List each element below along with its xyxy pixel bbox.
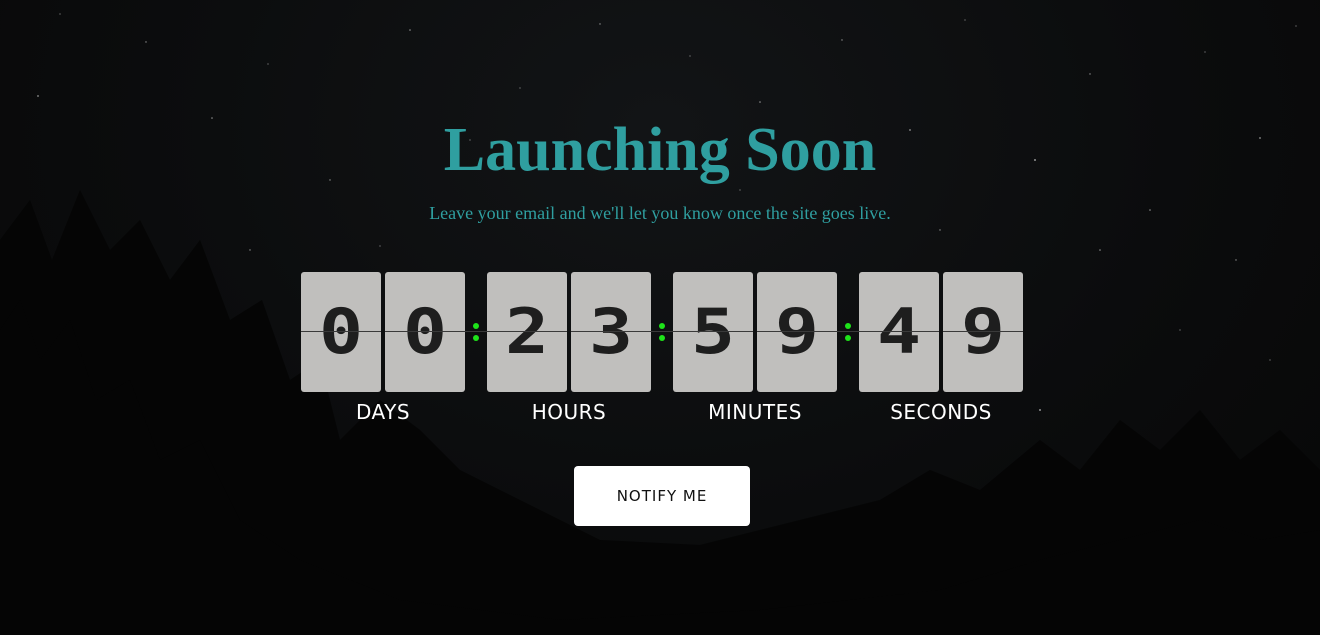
- digit-card: 9: [757, 272, 837, 392]
- page-title: Launching Soon: [443, 116, 877, 184]
- days-label: DAYS: [355, 400, 411, 424]
- launch-page: Launching Soon Leave your email and we'l…: [0, 0, 1320, 635]
- separator-dot: [845, 323, 851, 329]
- minutes-digit-2: 9: [774, 295, 820, 368]
- digit-card: 0: [385, 272, 465, 392]
- fold-line: [757, 331, 837, 332]
- countdown-timer: 0 0 DAYS 2 3 HOURS 5 9 MINUTES 4 9 SECON…: [301, 272, 1023, 432]
- notify-me-button[interactable]: NOTIFY ME: [574, 466, 750, 526]
- fold-line: [943, 331, 1023, 332]
- countdown-minutes: 5 9 MINUTES: [673, 272, 837, 424]
- fold-line: [301, 331, 381, 332]
- minutes-digit-1: 5: [690, 295, 736, 368]
- fold-line: [571, 331, 651, 332]
- digit-card: 5: [673, 272, 753, 392]
- seconds-label: SECONDS: [890, 400, 992, 424]
- fold-line: [487, 331, 567, 332]
- digit-card: 0: [301, 272, 381, 392]
- digit-card: 2: [487, 272, 567, 392]
- hours-digit-2: 3: [588, 295, 634, 368]
- colon-separator: [658, 320, 666, 344]
- countdown-days: 0 0 DAYS: [301, 272, 465, 424]
- minutes-label: MINUTES: [708, 400, 802, 424]
- fold-line: [673, 331, 753, 332]
- fold-line: [385, 331, 465, 332]
- separator-dot: [845, 335, 851, 341]
- separator-dot: [659, 335, 665, 341]
- seconds-digit-1: 4: [876, 295, 922, 368]
- colon-separator: [844, 320, 852, 344]
- days-digit-1: 0: [318, 295, 364, 368]
- fold-line: [859, 331, 939, 332]
- countdown-hours: 2 3 HOURS: [487, 272, 651, 424]
- hours-digit-1: 2: [504, 295, 550, 368]
- digit-card: 9: [943, 272, 1023, 392]
- separator-dot: [659, 323, 665, 329]
- countdown-seconds: 4 9 SECONDS: [859, 272, 1023, 424]
- colon-separator: [472, 320, 480, 344]
- hero-content: Launching Soon Leave your email and we'l…: [0, 0, 1320, 635]
- hours-label: HOURS: [531, 400, 607, 424]
- separator-dot: [473, 323, 479, 329]
- seconds-digit-2: 9: [960, 295, 1006, 368]
- page-subtitle: Leave your email and we'll let you know …: [429, 203, 891, 223]
- separator-dot: [473, 335, 479, 341]
- digit-card: 3: [571, 272, 651, 392]
- digit-card: 4: [859, 272, 939, 392]
- days-digit-2: 0: [402, 295, 448, 368]
